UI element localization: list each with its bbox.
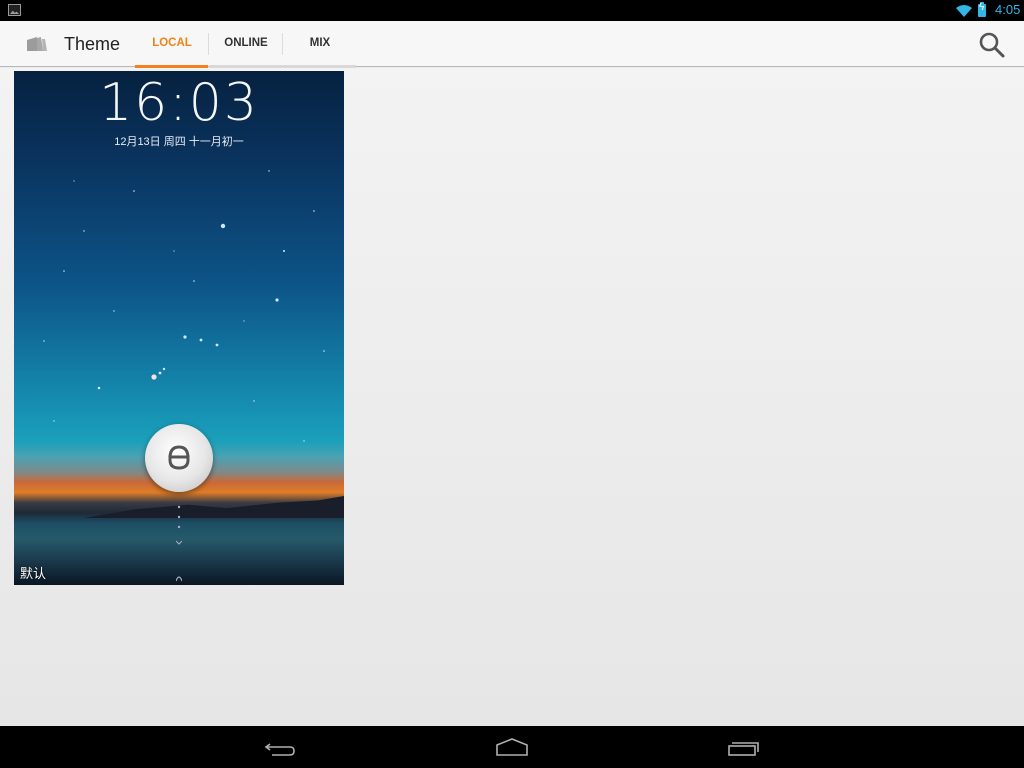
preview-date: 12月13日 周四 十一月初一 [114, 136, 244, 148]
tab-label: LOCAL [152, 37, 192, 49]
tab-online[interactable]: ONLINE [209, 21, 283, 68]
theme-name: 默认 [20, 566, 47, 581]
battery-charging-icon [978, 2, 986, 17]
theme-grid: 16:03 12月13日 周四 十一月初一 默认 [0, 68, 1024, 726]
image-notification-icon [8, 4, 21, 16]
tab-local[interactable]: LOCAL [135, 21, 209, 68]
status-bar: 4:05 [0, 0, 1024, 21]
home-icon[interactable] [492, 734, 532, 760]
tab-label: ONLINE [224, 37, 268, 49]
app-title: Theme [64, 34, 121, 54]
swipe-hint-icon [176, 505, 182, 582]
navigation-bar [0, 726, 1024, 768]
tab-label: MIX [309, 37, 331, 49]
theme-folder-icon [27, 37, 47, 51]
back-icon[interactable] [262, 734, 302, 760]
tab-mix[interactable]: MIX [283, 21, 357, 68]
search-icon[interactable] [978, 31, 1006, 59]
status-clock: 4:05 [995, 2, 1021, 17]
unlock-button [145, 424, 213, 492]
tab-bar: LOCAL ONLINE MIX [135, 21, 357, 68]
preview-clock: 16:03 [99, 73, 259, 133]
action-bar: Theme LOCAL ONLINE MIX [0, 21, 1024, 68]
theme-card[interactable]: 16:03 12月13日 周四 十一月初一 默认 [14, 71, 344, 585]
lock-icon [168, 445, 190, 470]
wifi-icon [956, 5, 972, 17]
recent-apps-icon[interactable] [723, 734, 763, 760]
